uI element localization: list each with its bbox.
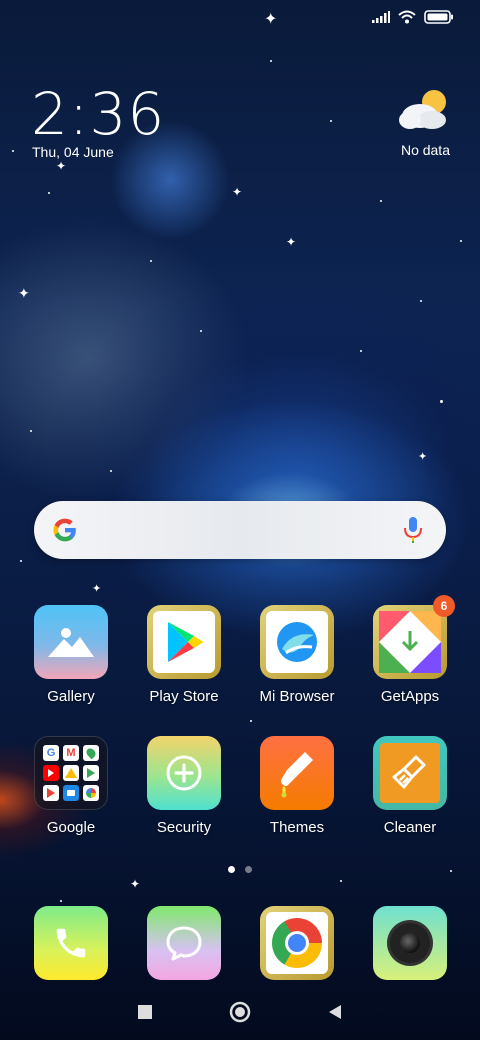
themes-icon [260,736,334,810]
star-icon: ✦ [56,159,67,173]
recents-button[interactable] [137,1004,153,1020]
app-mi-browser[interactable]: Mi Browser [247,605,347,705]
app-label: GetApps [380,688,440,705]
star-icon: ✦ [18,285,30,301]
app-label: Mi Browser [259,688,335,705]
phone-icon [34,906,108,980]
chrome-icon [260,906,334,980]
dock-chrome[interactable] [247,906,347,980]
mi-browser-icon [260,605,334,679]
app-label: Cleaner [383,819,437,836]
messages-icon [147,906,221,980]
app-label: Gallery [47,688,95,705]
back-button[interactable] [327,1004,343,1020]
dock-messages[interactable] [134,906,234,980]
app-cleaner[interactable]: Cleaner [360,736,460,836]
star-icon: ✦ [418,451,428,463]
status-bar [372,10,454,24]
getapps-icon [373,605,447,679]
app-label: Google [46,819,96,836]
app-label: Themes [269,819,325,836]
app-security[interactable]: Security [134,736,234,836]
app-label: Play Store [149,688,219,705]
dock-camera[interactable] [360,906,460,980]
home-button[interactable] [229,1001,251,1023]
star-icon: ✦ [286,235,297,249]
app-themes[interactable]: Themes [247,736,347,836]
google-g-icon [53,518,76,542]
clock-time[interactable]: 2:36 [31,80,165,148]
microphone-icon[interactable] [402,516,424,544]
google-folder-icon: G M [34,736,108,810]
page-indicator[interactable] [228,866,252,873]
play-store-icon [147,605,221,679]
app-getapps[interactable]: 6 GetApps [360,595,460,705]
star-icon: ✦ [264,11,278,28]
gallery-icon [34,605,108,679]
app-play-store[interactable]: Play Store [134,605,234,705]
notification-badge: 6 [433,595,455,617]
battery-icon [424,10,453,24]
weather-widget[interactable]: No data [398,88,450,158]
google-search-bar[interactable] [34,501,446,559]
partly-cloudy-icon [399,90,446,129]
clock-date[interactable]: Thu, 04 June [32,144,114,160]
cleaner-icon [373,736,447,810]
star-icon: ✦ [130,877,141,891]
star-icon: ✦ [232,185,243,199]
app-google-folder[interactable]: G M Google [21,736,121,836]
dock-phone[interactable] [21,906,121,980]
signal-icon [372,11,390,23]
security-icon [147,736,221,810]
page-dot-active[interactable] [228,866,235,873]
app-label: Security [156,819,212,836]
wifi-icon [398,10,416,24]
weather-text: No data [400,142,450,158]
navigation-bar [0,998,480,1026]
star-icon: ✦ [92,583,102,595]
camera-icon [373,906,447,980]
app-gallery[interactable]: Gallery [21,605,121,705]
page-dot[interactable] [245,866,252,873]
